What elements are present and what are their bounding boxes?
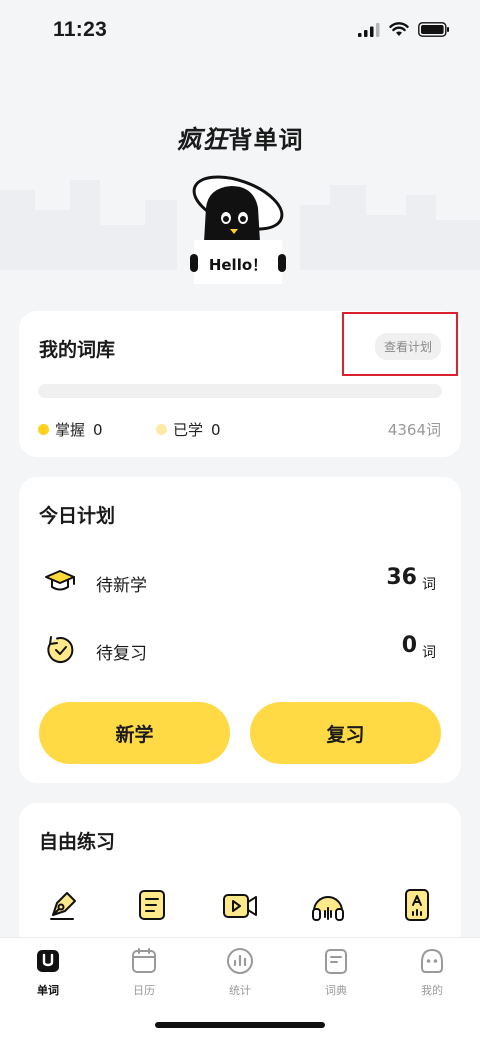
tab-stats[interactable]: 统计: [192, 946, 288, 998]
learned-legend: 已学 0: [156, 419, 221, 440]
tab-label-calendar: 日历: [133, 984, 155, 997]
stats-icon: [227, 948, 253, 974]
plan-row-review: 待复习 0 词: [19, 630, 461, 670]
practice-item-3[interactable]: [196, 885, 284, 933]
battery-icon: [418, 22, 449, 37]
tab-dictionary[interactable]: 词典: [288, 946, 384, 998]
new-learn-label: 待新学: [96, 576, 147, 596]
profile-icon: [421, 948, 443, 973]
word-book-icon: [37, 950, 59, 972]
logo-part-1: 疯狂: [176, 125, 229, 154]
mascot-illustration: Hello！: [190, 175, 286, 284]
today-plan-card: 今日计划 待新学 36 词 待复习 0 词 新学 复习: [19, 477, 461, 783]
tab-calendar[interactable]: 日历: [96, 946, 192, 998]
tab-profile[interactable]: 我的: [384, 946, 480, 998]
signal-icon: [358, 22, 380, 37]
practice-items: [19, 885, 461, 933]
tab-label-dictionary: 词典: [325, 984, 347, 997]
review-unit: 词: [422, 645, 436, 661]
tab-label-words: 单词: [37, 984, 59, 997]
practice-item-4[interactable]: [284, 885, 372, 933]
today-title: 今日计划: [39, 505, 116, 527]
mascot-sign-text: Hello！: [209, 256, 267, 274]
home-indicator: [155, 1022, 325, 1028]
mastered-dot: [38, 424, 49, 435]
tab-label-stats: 统计: [229, 984, 251, 997]
learn-new-button[interactable]: 新学: [39, 702, 230, 764]
logo-part-2: 背单词: [228, 126, 304, 154]
practice-item-2[interactable]: [107, 885, 195, 933]
status-time: 11:23: [53, 18, 108, 41]
review-clock-icon: [47, 636, 74, 663]
pen-nib-icon: [50, 892, 77, 920]
tab-label-profile: 我的: [421, 984, 443, 997]
mastered-label: 掌握: [55, 421, 86, 439]
graduation-cap-icon: [45, 570, 75, 591]
review-label: 待复习: [96, 644, 147, 664]
status-bar: 11:23: [0, 0, 480, 64]
plan-row-new: 待新学 36 词: [19, 562, 461, 602]
total-words: 4364词: [387, 421, 441, 439]
learned-label: 已学: [173, 421, 204, 439]
wifi-icon: [389, 22, 409, 36]
status-icons: [358, 22, 450, 37]
new-learn-unit: 词: [422, 577, 436, 593]
letter-card-icon: [404, 889, 429, 921]
free-practice-title: 自由练习: [39, 831, 116, 853]
review-count: 0: [401, 633, 417, 658]
dictionary-icon: [325, 949, 347, 974]
mastered-legend: 掌握 0: [38, 419, 103, 440]
mastered-value: 0: [93, 420, 103, 439]
practice-item-5[interactable]: [373, 885, 461, 933]
document-icon: [138, 890, 165, 920]
my-library-card: 我的词库 查看计划 掌握 0 已学 0 4364词: [19, 311, 461, 457]
library-progress-bar: [38, 384, 442, 398]
headphones-icon: [312, 896, 345, 921]
tab-words[interactable]: 单词: [0, 946, 96, 998]
library-title: 我的词库: [39, 339, 116, 361]
practice-item-1[interactable]: [19, 885, 107, 933]
calendar-icon: [132, 948, 156, 973]
new-learn-count: 36: [386, 565, 417, 590]
learned-dot: [156, 424, 167, 435]
learned-value: 0: [211, 420, 221, 439]
review-button[interactable]: 复习: [250, 702, 441, 764]
view-plan-button[interactable]: 查看计划: [374, 333, 441, 360]
video-icon: [222, 894, 257, 918]
app-logo: 疯狂背单词: [0, 120, 480, 156]
